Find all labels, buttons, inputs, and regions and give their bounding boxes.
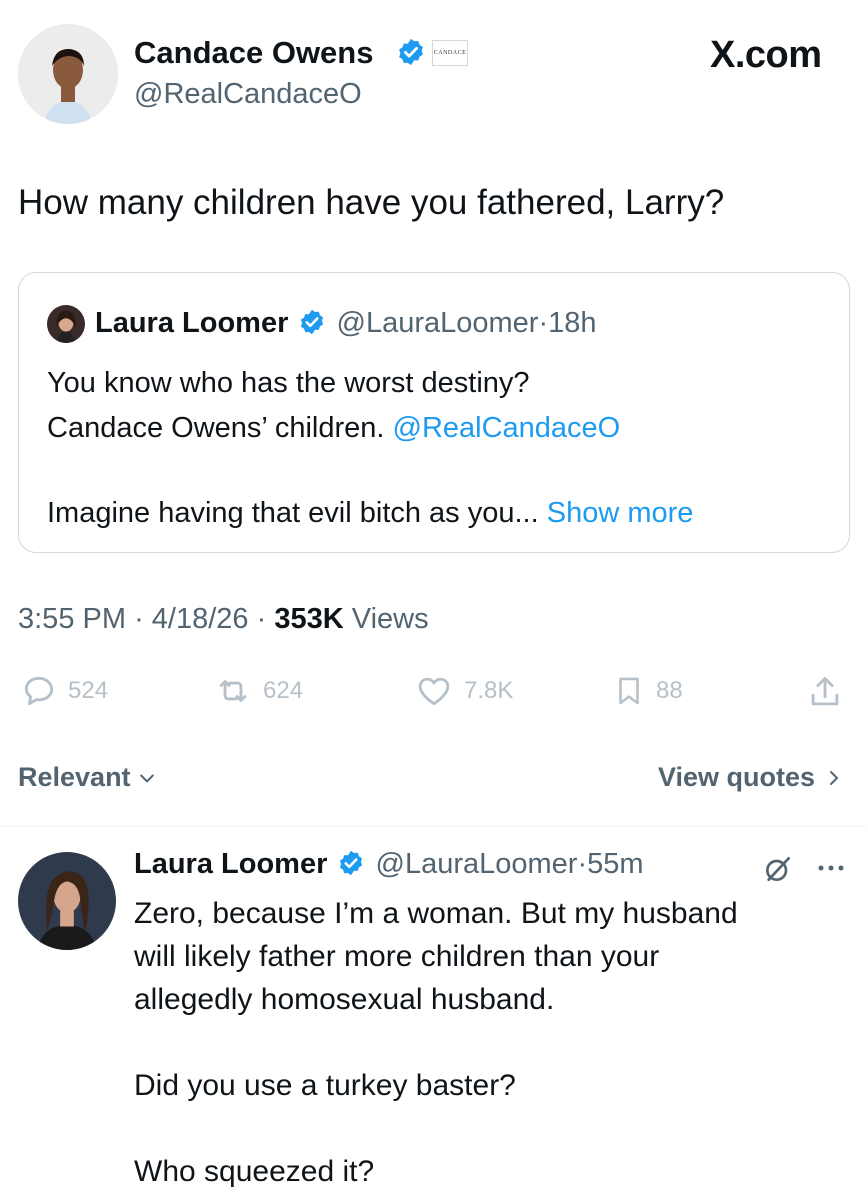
reply-author-handle[interactable]: @LauraLoomer <box>376 848 578 880</box>
more-icon[interactable] <box>816 862 846 874</box>
views-label: Views <box>351 603 429 635</box>
reply-header: Laura Loomer @LauraLoomer·55m <box>134 848 644 881</box>
like-button[interactable]: 7.8K <box>414 672 513 710</box>
reply-time[interactable]: 55m <box>587 848 643 880</box>
verified-badge-icon <box>399 38 423 66</box>
share-button[interactable] <box>806 672 844 712</box>
reply-icon <box>24 676 54 706</box>
quoted-mention[interactable]: @RealCandaceO <box>393 412 621 444</box>
quoted-line-1: You know who has the worst destiny? <box>47 367 530 399</box>
quoted-text: You know who has the worst destiny? Cand… <box>47 361 693 536</box>
sort-label: Relevant <box>18 762 131 792</box>
bookmark-count: 88 <box>656 677 683 704</box>
reply-paragraph-2: Did you use a turkey baster? <box>134 1069 516 1102</box>
views-count: 353K <box>274 603 344 635</box>
quoted-author-handle[interactable]: @LauraLoomer <box>337 307 539 339</box>
quoted-time[interactable]: 18h <box>548 307 596 339</box>
reply-line-2: will likely father more children than yo… <box>134 940 660 973</box>
quoted-post-card[interactable]: Laura Loomer @LauraLoomer·18h You know w… <box>18 272 850 553</box>
author-avatar[interactable] <box>18 24 118 124</box>
author-name[interactable]: Candace Owens <box>134 35 373 71</box>
quoted-line-3: Imagine having that evil bitch as you...… <box>47 497 694 529</box>
post-text: How many children have you fathered, Lar… <box>18 183 725 222</box>
quoted-line-2: Candace Owens’ children. @RealCandaceO <box>47 412 621 444</box>
repost-icon <box>219 680 247 702</box>
reply-author-name[interactable]: Laura Loomer <box>134 848 327 880</box>
bookmark-button[interactable]: 88 <box>612 672 683 710</box>
post-date[interactable]: 4/18/26 <box>152 603 249 635</box>
separator: · <box>256 603 267 635</box>
reply-author-avatar[interactable] <box>18 852 116 950</box>
quoted-header: Laura Loomer @LauraLoomer·18h <box>95 307 597 340</box>
share-icon <box>811 677 839 706</box>
chevron-down-icon <box>139 774 154 782</box>
author-handle[interactable]: @RealCandaceO <box>134 78 362 111</box>
view-quotes-link[interactable]: View quotes <box>658 762 843 793</box>
like-count: 7.8K <box>464 677 514 704</box>
quoted-author-name[interactable]: Laura Loomer <box>95 307 288 339</box>
repost-button[interactable]: 624 <box>213 672 303 710</box>
site-watermark: X.com <box>710 34 822 76</box>
reply-count: 524 <box>68 677 109 704</box>
view-quotes-label: View quotes <box>657 762 815 792</box>
separator: · <box>577 848 588 880</box>
divider <box>0 826 867 827</box>
reply-paragraph-3: Who squeezed it? <box>134 1155 375 1188</box>
sort-dropdown[interactable]: Relevant <box>18 762 157 793</box>
show-more-link[interactable]: Show more <box>547 497 694 529</box>
quoted-author-avatar[interactable] <box>47 305 85 343</box>
chevron-right-icon <box>830 770 838 785</box>
reply-line-3: allegedly homosexual husband. <box>134 983 555 1016</box>
post-meta: 3:55 PM · 4/18/26 · 353K Views <box>18 603 429 636</box>
grok-icon[interactable] <box>762 853 794 885</box>
reply-text: Zero, because I’m a woman. But my husban… <box>134 892 738 1193</box>
verified-badge-icon <box>340 851 363 876</box>
affiliate-brand-badge[interactable]: CANDACE <box>432 40 468 66</box>
separator: · <box>134 603 144 635</box>
separator: · <box>538 307 549 339</box>
reply-line-1: Zero, because I’m a woman. But my husban… <box>134 897 738 930</box>
post-time[interactable]: 3:55 PM <box>18 603 126 635</box>
verified-badge-icon <box>301 310 324 335</box>
repost-count: 624 <box>263 677 304 704</box>
bookmark-icon <box>619 677 639 705</box>
reply-button[interactable]: 524 <box>20 672 108 710</box>
heart-icon <box>418 677 450 706</box>
